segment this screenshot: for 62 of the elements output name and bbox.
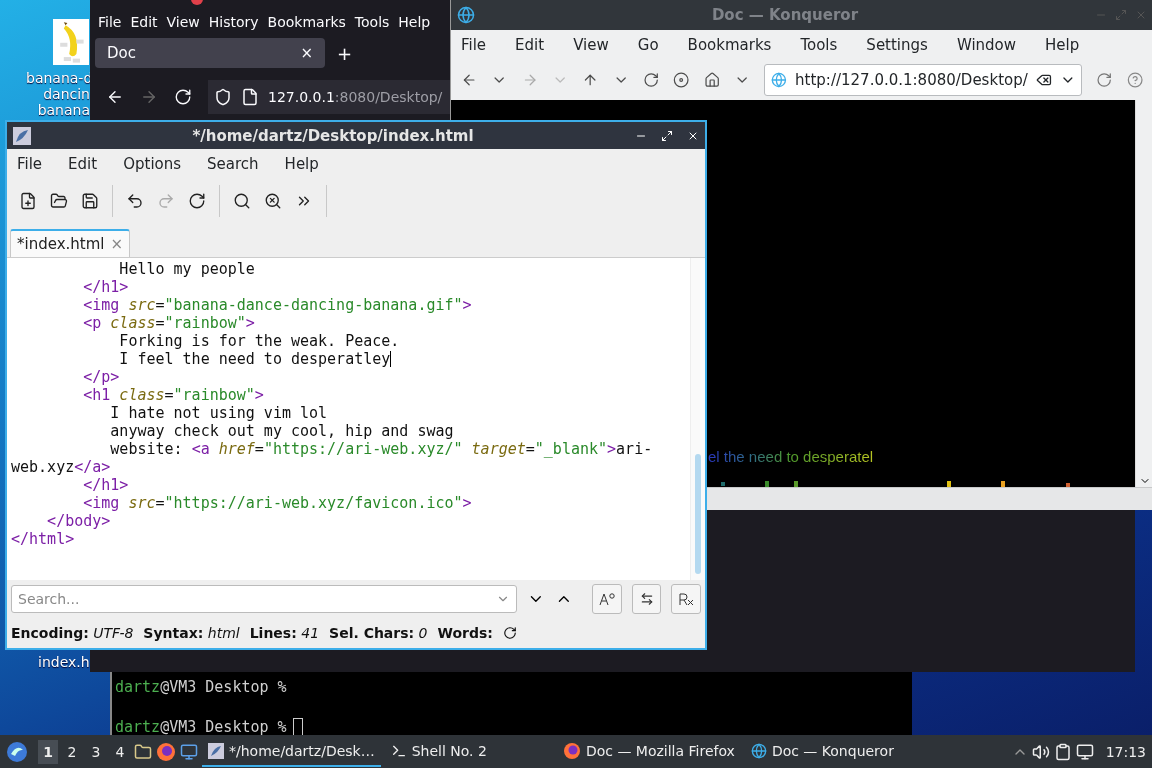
file-label: index.h <box>38 654 90 670</box>
menu-item[interactable]: Window <box>956 36 1017 54</box>
taskbar-task[interactable]: Doc — Mozilla Firefox <box>556 735 741 768</box>
menu-item[interactable]: Go <box>637 36 659 54</box>
window-title: */home/dartz/Desktop/index.html <box>191 126 475 145</box>
code-line: </h1> <box>82 476 130 494</box>
code-line: </html> <box>11 530 76 548</box>
code-line: I feel the need to desperatley <box>118 350 393 368</box>
menu-item[interactable]: History <box>208 14 259 30</box>
taskbar-task[interactable]: Shell No. 2 <box>384 736 493 767</box>
file-tab[interactable]: *index.html × <box>10 229 131 257</box>
page-text: el the need to desperatel <box>708 448 874 465</box>
workspace-button[interactable]: 4 <box>110 739 130 764</box>
code-line: web.xyz</a> <box>11 458 112 476</box>
menu-item[interactable]: Edit <box>130 14 158 30</box>
code-line: </body> <box>46 512 112 530</box>
menu-item[interactable]: Help <box>398 14 431 30</box>
menu-item[interactable]: Settings <box>866 36 928 54</box>
menu-item[interactable]: File <box>98 14 122 30</box>
clock: 17:13 <box>1105 743 1146 760</box>
menu-item[interactable]: Search <box>207 155 259 173</box>
menu-item[interactable]: Options <box>123 155 182 173</box>
workspace-button[interactable]: 3 <box>86 739 106 764</box>
code-line: anyway check out my cool, hip and swag <box>109 422 455 440</box>
status-text: Words: <box>437 625 493 641</box>
menu-item[interactable]: Help <box>284 155 319 173</box>
taskbar-task[interactable]: Doc — Konqueror <box>744 736 900 767</box>
terminal-line: dartz@VM3 Desktop % <box>115 677 288 697</box>
menu-item[interactable]: Edit <box>515 36 545 54</box>
workspace-button[interactable]: 2 <box>62 739 82 764</box>
taskbar-task[interactable]: */home/dartz/Desk… <box>202 736 381 767</box>
code-line: I hate not using vim lol <box>109 404 329 422</box>
menu-item[interactable]: Bookmarks <box>687 36 772 54</box>
menu-item[interactable]: Help <box>1045 36 1080 54</box>
status-text: Syntax: html <box>143 625 240 641</box>
menu-item[interactable]: Tools <box>354 14 390 30</box>
code-line: </h1> <box>82 278 130 296</box>
code-line: Hello my people <box>118 260 256 278</box>
window-title: Doc — Konqueror <box>710 6 860 24</box>
menu-item[interactable]: Edit <box>68 155 98 173</box>
status-text: Sel. Chars: 0 <box>329 625 428 641</box>
browser-tab[interactable]: Doc × <box>95 38 325 68</box>
code-line: <p class="rainbow"> <box>82 314 256 332</box>
workspace-button[interactable]: 1 <box>38 739 58 764</box>
close-button[interactable]: × <box>300 44 313 62</box>
code-line: website: <a href="https://ari-web.xyz/" target="_blank">ari- <box>109 440 654 458</box>
menu-item[interactable]: View <box>166 14 200 30</box>
new-tab-button[interactable]: + <box>337 42 353 64</box>
code-line: Forking is for the weak. Peace. <box>118 332 401 350</box>
menu-item[interactable]: View <box>573 36 609 54</box>
status-text: Encoding: UTF-8 <box>11 625 134 641</box>
address-bar[interactable]: http://127.0.0.1:8080/Desktop/ <box>764 64 1083 96</box>
menu-item[interactable]: Bookmarks <box>267 14 346 30</box>
code-line: <img src="https://ari-web.xyz/favicon.ico"> <box>82 494 473 512</box>
menu-item[interactable]: File <box>461 36 487 54</box>
menu-item[interactable]: File <box>17 155 43 173</box>
menu-item[interactable]: Tools <box>800 36 838 54</box>
search-field[interactable]: Search... <box>11 585 517 613</box>
code-line: <h1 class="rainbow"> <box>82 386 265 404</box>
status-text: Lines: 41 <box>249 625 320 641</box>
code-line: </p> <box>82 368 121 386</box>
code-line: <img src="banana-dance-dancing-banana.gif"> <box>82 296 473 314</box>
